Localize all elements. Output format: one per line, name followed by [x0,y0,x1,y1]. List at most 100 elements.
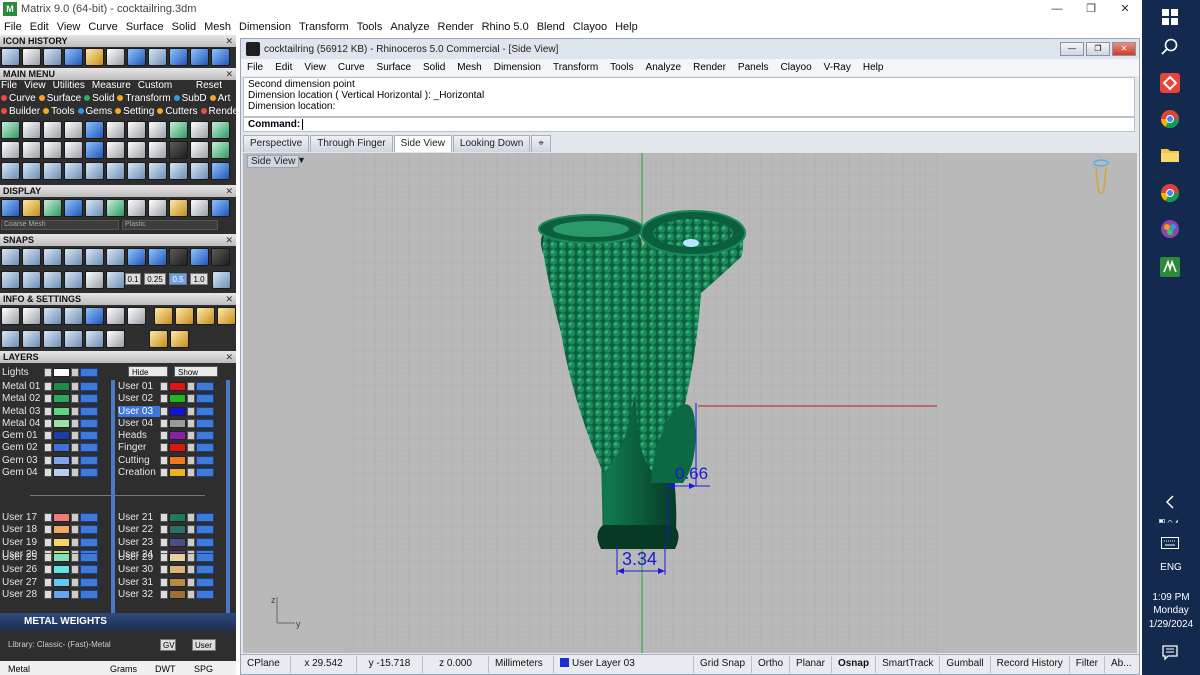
layer-color-swatch[interactable] [53,552,70,562]
mm-solid[interactable]: Solid [84,93,114,106]
snap-end-icon[interactable] [1,248,20,266]
drop-icon[interactable] [169,141,188,159]
notifications-icon[interactable] [1159,642,1181,664]
layer-visibility-toggle[interactable] [80,565,98,574]
layer-row[interactable]: User 28 [2,589,98,601]
viewport-label[interactable]: Side View [247,155,300,168]
print-icon[interactable] [175,307,194,325]
layer-row[interactable]: User 02 [118,393,214,405]
rh-menu-render[interactable]: Render [687,62,732,73]
lights-swatch[interactable] [53,367,70,377]
rh-menu-view[interactable]: View [298,62,332,73]
layer-color-swatch[interactable] [169,406,186,416]
rendered-icon[interactable] [43,199,62,217]
layer-row[interactable]: Metal 03 [2,405,98,417]
layers-close-icon[interactable]: ✕ [225,351,233,363]
doc-icon[interactable] [127,141,146,159]
wireframe-icon[interactable] [1,199,20,217]
layer-visibility-toggle[interactable] [196,537,214,547]
sphere-tool-icon[interactable] [211,121,230,139]
layer-row[interactable]: User 04 [118,418,214,430]
grid-snap-icon[interactable] [1,271,20,289]
ring-icon[interactable] [1,121,20,139]
layer-lock-icon[interactable] [187,419,195,428]
rhino-restore-button[interactable]: ❐ [1086,42,1110,56]
layer-expand-toggle[interactable] [44,430,52,440]
layer-color-swatch[interactable] [53,406,70,416]
layer-visibility-toggle[interactable] [196,468,214,477]
tab-perspective[interactable]: Perspective [243,135,310,152]
layer-lock-icon[interactable] [187,394,195,403]
menu-analyze[interactable]: Analyze [386,21,433,33]
rotate-icon[interactable] [106,162,125,180]
toggle-ortho[interactable]: Ortho [752,655,791,673]
layer-expand-toggle[interactable] [44,455,52,465]
rh-menu-tools[interactable]: Tools [604,62,639,73]
layer-lock-icon[interactable] [71,419,79,428]
side-viewport[interactable]: Side View ▼ 0.66 3.34 z y [243,153,1137,653]
rhino-close-button[interactable]: ✕ [1112,42,1136,56]
layer-row[interactable]: Metal 04 [2,418,98,430]
layer-name[interactable]: Metal 02 [2,393,44,404]
layer-lock-icon[interactable] [187,590,195,599]
layer-name[interactable]: User 03 [118,405,160,417]
layer-color-swatch[interactable] [53,512,70,522]
layer-row[interactable]: User 23 [118,536,214,548]
language-indicator[interactable]: ENG [1142,562,1200,573]
search-icon[interactable] [1159,36,1181,58]
layer-visibility-toggle[interactable] [80,590,98,599]
bail-icon[interactable] [106,121,125,139]
main-menu-close-icon[interactable]: ✕ [225,68,233,80]
snap-grid-icon[interactable] [212,271,231,289]
layer-name[interactable]: User 22 [118,524,160,535]
toggle-osnap[interactable]: Osnap [832,655,877,673]
mm-transform[interactable]: Transform [117,93,171,106]
mm-cutters[interactable]: Cutters [157,106,198,119]
rhino-minimize-button[interactable]: — [1060,42,1084,56]
snap-knot-icon[interactable] [190,248,209,266]
layer-visibility-toggle[interactable] [80,537,98,547]
snap-point-icon[interactable] [43,248,62,266]
layer-visibility-toggle[interactable] [196,406,214,416]
layer-name[interactable]: User 23 [118,537,160,548]
layer-row[interactable]: User 17 [2,511,98,523]
snap-step-0.25[interactable]: 0.25 [144,273,166,285]
rh-menu-vray[interactable]: V-Ray [818,62,857,73]
layer-lock-icon[interactable] [187,455,195,465]
mm-custom[interactable]: Custom [138,80,172,93]
render-icon[interactable] [85,48,104,66]
layers-show-button[interactable]: Show [174,366,218,377]
rh-menu-transform[interactable]: Transform [547,62,604,73]
layer-lock-icon[interactable] [187,443,195,452]
layer-color-swatch[interactable] [53,381,70,391]
texture-icon[interactable] [148,121,167,139]
table-icon[interactable] [43,330,62,348]
layer-lock-icon[interactable] [187,430,195,440]
layers-left-scrollbar[interactable] [111,380,115,616]
scale-bar-icon[interactable] [149,330,168,348]
tab-side-view[interactable]: Side View [393,135,452,152]
snap-vertex-icon[interactable] [211,248,230,266]
layer-row[interactable]: User 31 [118,576,214,588]
mm-measure[interactable]: Measure [92,80,131,93]
display-material-select[interactable]: Plastic [122,220,218,230]
layer-color-swatch[interactable] [53,468,70,477]
arrow-right-icon[interactable] [211,48,230,66]
layer-expand-toggle[interactable] [160,443,168,452]
info-settings-close-icon[interactable]: ✕ [225,293,233,305]
grid-tool-icon[interactable] [85,141,104,159]
import-icon[interactable] [217,307,236,325]
minimize-button[interactable]: — [1040,0,1074,18]
layer-visibility-toggle[interactable] [196,590,214,599]
layer-expand-toggle[interactable] [160,552,168,562]
layer-expand-toggle[interactable] [44,443,52,452]
layer-visibility-toggle[interactable] [196,512,214,522]
snaps-close-icon[interactable]: ✕ [225,234,233,246]
layer-row[interactable]: User 21 [118,511,214,523]
layer-name[interactable]: Gem 03 [2,455,44,466]
project-icon[interactable] [85,271,104,289]
brush-icon[interactable] [127,307,146,325]
split-icon[interactable] [64,162,83,180]
status-layer[interactable]: User Layer 03 [554,655,694,673]
rh-menu-solid[interactable]: Solid [417,62,451,73]
